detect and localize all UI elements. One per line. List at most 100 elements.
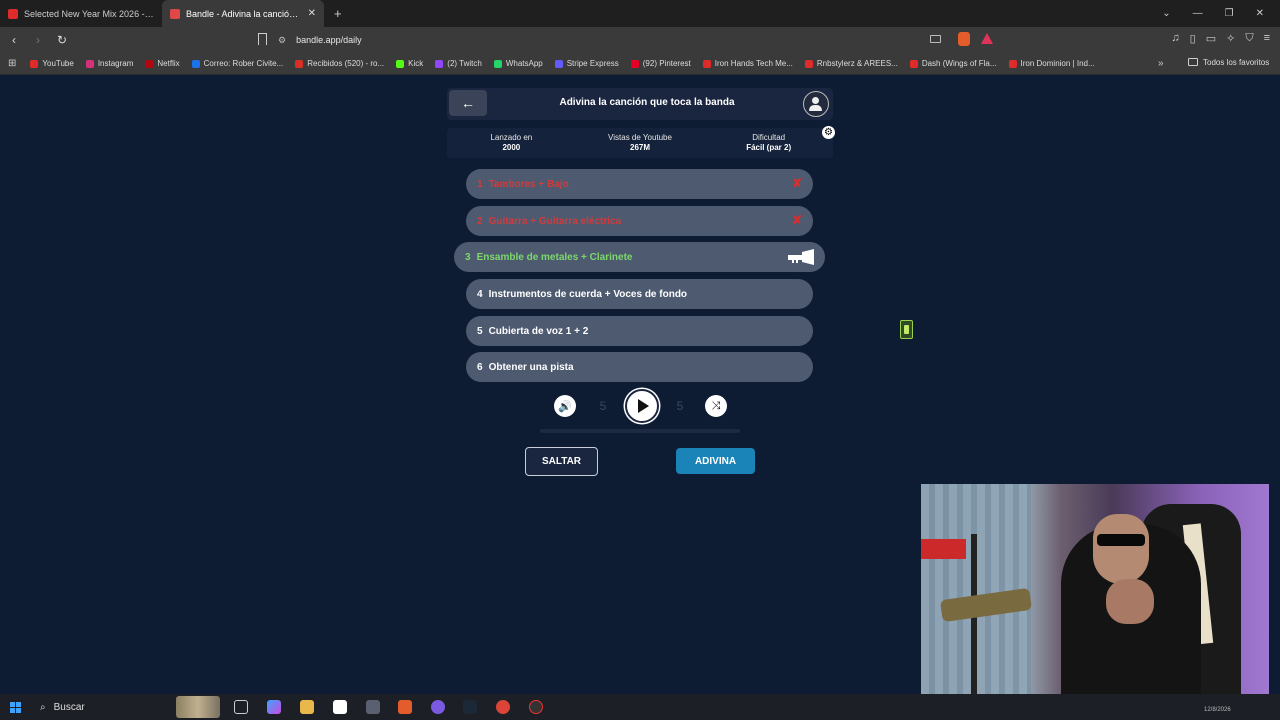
profile-button[interactable] xyxy=(803,91,829,117)
bookmark-item[interactable]: Dash (Wings of Fla... xyxy=(909,59,997,68)
youtube-icon xyxy=(1008,59,1017,68)
whatsapp-icon xyxy=(493,59,502,68)
steam-icon[interactable] xyxy=(463,700,477,714)
page-title: Adivina la canción que toca la banda xyxy=(559,97,735,108)
volume-icon[interactable]: 🔊 xyxy=(554,395,576,417)
bookmark-item[interactable]: YouTube xyxy=(30,59,74,68)
youtube-icon xyxy=(909,59,918,68)
info-views: Vistas de Youtube 267M xyxy=(608,133,672,152)
bookmark-item[interactable]: Correo: Rober Civite... xyxy=(191,59,283,68)
close-tab-icon[interactable]: ✕ xyxy=(308,8,316,19)
energy-can-icon xyxy=(900,320,913,339)
back-nav-icon[interactable]: ‹ xyxy=(4,33,24,47)
copilot-icon[interactable] xyxy=(267,700,281,714)
clue-row-3: 3 Ensamble de metales + Clarinete xyxy=(454,242,825,272)
info-difficulty: Dificultad Fácil (par 2) xyxy=(746,133,792,152)
tab-title: Selected New Year Mix 2026 - YouTube xyxy=(24,8,154,19)
sunglasses xyxy=(1097,534,1145,546)
youtube-icon xyxy=(804,59,813,68)
bookmarks-bar: ⊞ YouTube Instagram Netflix Correo: Robe… xyxy=(0,53,1280,75)
info-release: Lanzado en 2000 xyxy=(490,133,533,152)
chrome-icon[interactable] xyxy=(496,700,510,714)
apps-grid-icon[interactable]: ⊞ xyxy=(8,58,16,69)
app-icon[interactable] xyxy=(366,700,380,714)
bookmark-item[interactable]: WhatsApp xyxy=(493,59,543,68)
playback-progress-bar[interactable] xyxy=(540,429,740,433)
youtube-icon xyxy=(30,59,39,68)
youtube-icon xyxy=(702,59,711,68)
url-text: bandle.app/daily xyxy=(296,35,362,45)
all-bookmarks-button[interactable]: Todos los favoritos xyxy=(1188,58,1269,67)
store-icon[interactable] xyxy=(333,700,347,714)
wrong-x-icon: ✘ xyxy=(791,213,802,227)
settings-gear-icon[interactable]: ⚙ xyxy=(822,126,835,139)
wrong-x-icon: ✘ xyxy=(791,176,802,190)
bookmark-item[interactable]: Iron Hands Tech Me... xyxy=(702,59,793,68)
new-tab-button[interactable]: + xyxy=(324,6,352,21)
bookmark-item[interactable]: Netflix xyxy=(145,59,180,68)
clue-row-4: 4 Instrumentos de cuerda + Voces de fond… xyxy=(466,279,813,309)
address-toolbar: ‹ › ↻ ⚙ bandle.app/daily ♫ ▯ ▭ ✧ ⛉ ≡ xyxy=(0,27,1280,53)
skip-button[interactable]: SALTAR xyxy=(525,447,598,476)
obs-icon[interactable] xyxy=(529,700,543,714)
tab-bandle[interactable]: Bandle - Adivina la canción, un ... ✕ xyxy=(162,0,324,27)
search-highlight-image[interactable] xyxy=(176,696,220,718)
minimize-icon[interactable]: — xyxy=(1193,8,1203,19)
bandle-icon xyxy=(170,8,180,19)
tab-youtube[interactable]: Selected New Year Mix 2026 - YouTube xyxy=(0,0,162,27)
guess-button[interactable]: ADIVINA xyxy=(676,448,755,474)
instagram-icon xyxy=(85,59,94,68)
stripe-icon xyxy=(554,59,563,68)
site-info-icon[interactable]: ⚙ xyxy=(278,35,286,46)
sidebar-icon[interactable]: ▯ xyxy=(1190,32,1196,45)
menu-icon[interactable]: ≡ xyxy=(1264,32,1270,45)
clue-row-6-hint[interactable]: 6 Obtener una pista xyxy=(466,352,813,382)
bookmark-item[interactable]: (92) Pinterest xyxy=(630,59,691,68)
clue-row-5: 5 Cubierta de voz 1 + 2 xyxy=(466,316,813,346)
leo-icon[interactable]: ✧ xyxy=(1226,32,1235,45)
window-controls: ⌄ — ❐ ✕ xyxy=(1162,0,1280,27)
toolbar-icons: ♫ ▯ ▭ ✧ ⛉ ≡ xyxy=(1171,32,1270,45)
brave-shields-icon[interactable] xyxy=(958,32,970,46)
tab-title: Bandle - Adivina la canción, un ... xyxy=(186,8,302,19)
bookmark-icon[interactable] xyxy=(258,33,267,45)
tab-list-icon[interactable]: ⌄ xyxy=(1162,8,1170,19)
shuffle-off-icon[interactable]: ⤨ xyxy=(705,395,727,417)
trumpet-icon xyxy=(788,249,814,265)
cast-icon[interactable] xyxy=(930,35,941,43)
bookmark-item[interactable]: Rnbstylerz & AREES... xyxy=(804,59,898,68)
maximize-icon[interactable]: ❐ xyxy=(1225,8,1234,19)
forward-nav-icon[interactable]: › xyxy=(28,33,48,47)
file-explorer-icon[interactable] xyxy=(300,700,314,714)
twitch-icon xyxy=(435,59,444,68)
brave-rewards-icon[interactable] xyxy=(981,33,993,44)
bookmark-item[interactable]: Recibidos (520) - ro... xyxy=(295,59,384,68)
brave-icon[interactable] xyxy=(398,700,412,714)
bookmark-item[interactable]: Stripe Express xyxy=(554,59,619,68)
rewind-5-icon[interactable]: 5 xyxy=(594,397,612,415)
bookmark-item[interactable]: Kick xyxy=(396,59,423,68)
browser-tab-bar: Selected New Year Mix 2026 - YouTube Ban… xyxy=(0,0,1280,27)
windows-start-icon[interactable] xyxy=(10,702,21,713)
wallet-icon[interactable]: ▭ xyxy=(1206,32,1216,45)
gmail-icon xyxy=(295,59,304,68)
windows-taskbar: ⌕ Buscar 12/8/2026 xyxy=(0,694,1280,720)
app-icon[interactable] xyxy=(431,700,445,714)
netflix-icon xyxy=(145,59,154,68)
kick-icon xyxy=(396,59,405,68)
bookmark-item[interactable]: Instagram xyxy=(85,59,133,68)
more-bookmarks-icon[interactable]: » xyxy=(1158,58,1164,69)
clue-row-1: 1 Tambores + Bajo ✘ xyxy=(466,169,813,199)
reload-icon[interactable]: ↻ xyxy=(52,33,72,47)
task-view-icon[interactable] xyxy=(234,700,248,714)
user-icon xyxy=(812,97,819,104)
play-button[interactable] xyxy=(625,389,659,423)
address-bar[interactable]: ⚙ bandle.app/daily xyxy=(278,31,998,49)
close-window-icon[interactable]: ✕ xyxy=(1256,8,1264,19)
folder-icon xyxy=(1188,58,1198,66)
bookmark-item[interactable]: (2) Twitch xyxy=(435,59,482,68)
media-icon[interactable]: ♫ xyxy=(1171,32,1179,45)
vpn-icon[interactable]: ⛉ xyxy=(1245,32,1253,45)
bookmark-item[interactable]: Iron Dominion | Ind... xyxy=(1008,59,1095,68)
forward-5-icon[interactable]: 5 xyxy=(671,397,689,415)
